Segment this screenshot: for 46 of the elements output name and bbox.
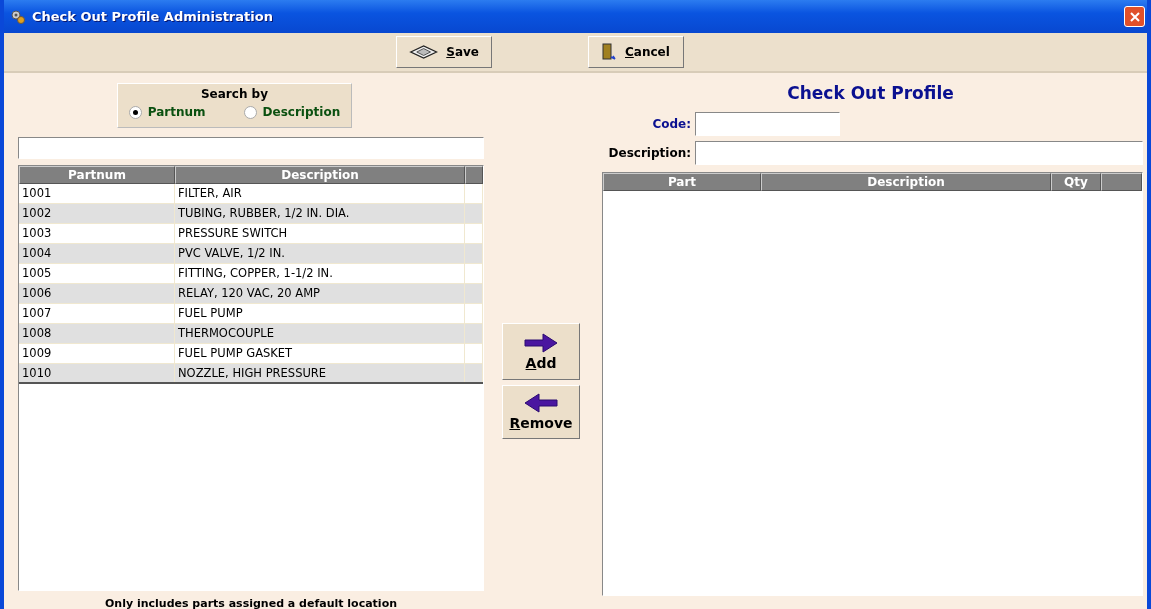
table-cell: TUBING, RUBBER, 1/2 IN. DIA. — [175, 204, 465, 223]
table-cell: 1007 — [19, 304, 175, 323]
table-cell: PVC VALVE, 1/2 IN. — [175, 244, 465, 263]
field-label: Description: — [607, 145, 691, 160]
close-button[interactable] — [1124, 6, 1145, 27]
column-header[interactable]: Partnum — [19, 166, 175, 184]
radio-option[interactable]: Partnum — [128, 105, 206, 119]
table-cell: FUEL PUMP — [175, 304, 465, 323]
table-cell: 1002 — [19, 204, 175, 223]
table-cell: 1005 — [19, 264, 175, 283]
field-label: Code: — [651, 116, 691, 131]
profile-title: Check Out Profile — [786, 83, 955, 105]
table-cell: 1001 — [19, 184, 175, 203]
table-cell: THERMOCOUPLE — [175, 324, 465, 343]
table-cell: 1009 — [19, 344, 175, 363]
table-cell: RELAY, 120 VAC, 20 AMP — [175, 284, 465, 303]
table-cell: 1010 — [19, 364, 175, 382]
gears-icon — [10, 8, 26, 25]
table-cell: NOZZLE, HIGH PRESSURE — [175, 364, 465, 382]
remove-button[interactable]: Remove — [502, 385, 580, 439]
code-field[interactable] — [695, 111, 840, 136]
table-cell: FITTING, COPPER, 1-1/2 IN. — [175, 264, 465, 283]
table-cell: 1008 — [19, 324, 175, 343]
footnote: Only includes parts assigned a default location — [103, 597, 399, 609]
radio-option[interactable]: Description — [243, 105, 341, 119]
table-cell: 1003 — [19, 224, 175, 243]
table-cell: FILTER, AIR — [175, 184, 465, 203]
add-button[interactable]: Add — [502, 323, 580, 380]
table-cell: PRESSURE SWITCH — [175, 224, 465, 243]
search-field[interactable] — [18, 137, 484, 159]
search-by-label: Search by — [200, 87, 268, 101]
table-cell: 1006 — [19, 284, 175, 303]
left-arrow-icon — [523, 393, 559, 413]
close-icon — [1128, 10, 1141, 23]
column-header[interactable]: Part — [603, 173, 761, 191]
table-cell: FUEL PUMP GASKET — [175, 344, 465, 363]
column-header[interactable]: Description — [175, 166, 465, 184]
door-icon — [601, 43, 617, 61]
description-field[interactable] — [695, 140, 1143, 165]
save-button[interactable]: Save — [396, 36, 492, 68]
window-title: Check Out Profile Administration — [32, 9, 274, 24]
cancel-button[interactable]: Cancel — [588, 36, 684, 68]
table-cell: 1004 — [19, 244, 175, 263]
column-header[interactable]: Description — [761, 173, 1051, 191]
right-arrow-icon — [523, 332, 559, 353]
column-header[interactable]: Qty — [1051, 173, 1101, 191]
